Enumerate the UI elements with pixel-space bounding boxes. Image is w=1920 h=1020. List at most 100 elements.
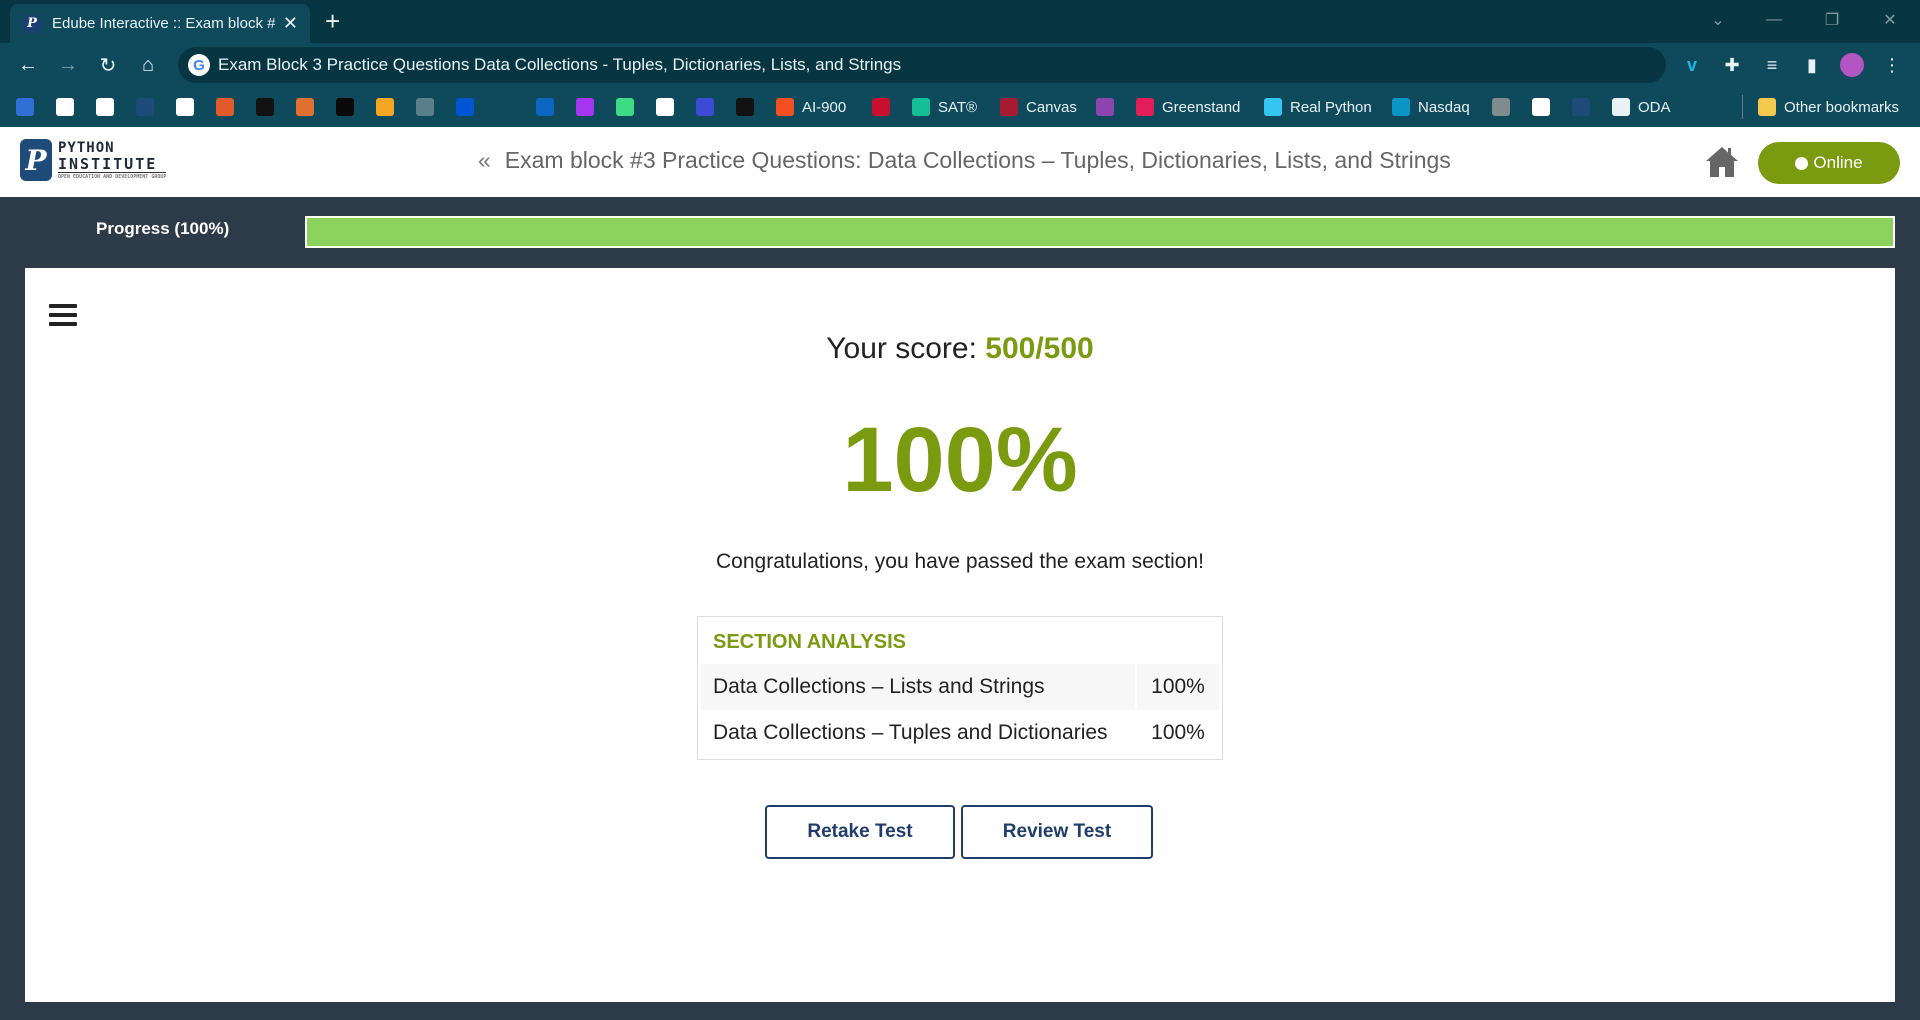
python-institute-icon bbox=[1572, 98, 1590, 116]
media-queue-icon[interactable]: ≡ bbox=[1760, 53, 1784, 77]
bookmark-item[interactable]: SAT® bbox=[912, 97, 977, 117]
bookmark-item[interactable] bbox=[696, 97, 714, 117]
bookmark-item[interactable]: Nasdaq bbox=[1392, 97, 1470, 117]
close-tab-icon[interactable]: ✕ bbox=[283, 13, 298, 34]
terminal-icon bbox=[736, 98, 754, 116]
bookmark-item[interactable] bbox=[296, 97, 314, 117]
bookmark-item[interactable]: AI-900 bbox=[776, 97, 846, 117]
review-test-button[interactable]: Review Test bbox=[961, 805, 1153, 859]
bookmark-label: Real Python bbox=[1290, 98, 1372, 116]
code-icon bbox=[656, 98, 674, 116]
bookmark-item[interactable] bbox=[536, 97, 554, 117]
lambda-icon bbox=[256, 98, 274, 116]
bookmark-label: AI-900 bbox=[802, 98, 847, 116]
browser-tab[interactable]: P Edube Interactive :: Exam block # ✕ bbox=[10, 4, 310, 43]
microsoft-icon bbox=[776, 98, 794, 116]
back-chevron-icon[interactable]: « bbox=[478, 147, 491, 173]
side-panel-icon[interactable]: ▮ bbox=[1800, 53, 1824, 77]
section-analysis-table: SECTION ANALYSIS Data Collections – List… bbox=[697, 616, 1223, 760]
bookmark-item[interactable]: Canvas bbox=[1000, 97, 1077, 117]
vimeo-extension-icon[interactable]: v bbox=[1680, 53, 1704, 77]
aai-icon bbox=[1492, 98, 1510, 116]
shield-icon bbox=[872, 98, 890, 116]
online-status-button[interactable]: Online bbox=[1758, 142, 1900, 184]
results-card: Your score: 500/500 100% Congratulations… bbox=[25, 268, 1895, 1002]
bookmark-item[interactable] bbox=[416, 97, 434, 117]
congratulations-message: Congratulations, you have passed the exa… bbox=[716, 550, 1204, 573]
close-window-icon[interactable]: ✕ bbox=[1866, 0, 1914, 40]
new-tab-button[interactable]: + bbox=[325, 6, 340, 37]
home-icon[interactable]: ⌂ bbox=[134, 51, 162, 79]
bookmark-label: Greenstand bbox=[1162, 98, 1241, 116]
bookmark-item[interactable] bbox=[256, 97, 274, 117]
bookmark-item[interactable] bbox=[736, 97, 754, 117]
back-arrow-icon[interactable]: ← bbox=[14, 51, 42, 79]
bookmark-item[interactable] bbox=[576, 97, 594, 117]
section-analysis-heading: SECTION ANALYSIS bbox=[713, 631, 906, 653]
address-bar[interactable]: G Exam Block 3 Practice Questions Data C… bbox=[178, 47, 1666, 83]
bookmark-item[interactable]: Greenstand bbox=[1136, 97, 1240, 117]
bookmark-item[interactable] bbox=[96, 97, 114, 117]
bookmark-item[interactable]: Real Python bbox=[1264, 97, 1372, 117]
browser-toolbar: ← → ↻ ⌂ G Exam Block 3 Practice Question… bbox=[0, 43, 1920, 87]
profile-avatar-icon[interactable] bbox=[1840, 53, 1864, 77]
retake-test-button[interactable]: Retake Test bbox=[765, 805, 955, 859]
bookmark-item[interactable] bbox=[496, 97, 514, 117]
mw-icon bbox=[1532, 98, 1550, 116]
bookmarks-separator bbox=[1742, 95, 1743, 119]
stack-icon bbox=[16, 98, 34, 116]
other-bookmarks-folder[interactable]: Other bookmarks bbox=[1758, 97, 1899, 117]
swirl-icon bbox=[216, 98, 234, 116]
chart-icon bbox=[1392, 98, 1410, 116]
openai-icon bbox=[1612, 98, 1630, 116]
bookmark-item[interactable] bbox=[456, 97, 474, 117]
url-text: Exam Block 3 Practice Questions Data Col… bbox=[218, 55, 902, 74]
logo-line1: PYTHON bbox=[58, 139, 115, 156]
reload-icon[interactable]: ↻ bbox=[94, 51, 122, 79]
udemy-icon bbox=[576, 98, 594, 116]
python-institute-favicon-icon: P bbox=[22, 13, 42, 34]
bookmark-label: Nasdaq bbox=[1418, 98, 1470, 116]
bookmark-item[interactable] bbox=[176, 97, 194, 117]
tab-search-icon[interactable]: ⌄ bbox=[1694, 0, 1742, 40]
bookmark-item[interactable] bbox=[136, 97, 154, 117]
score-label: Your score: bbox=[826, 332, 986, 365]
house-icon bbox=[1706, 147, 1738, 177]
logo-tagline: OPEN EDUCATION AND DEVELOPMENT GROUP bbox=[58, 173, 167, 180]
bookmark-item[interactable] bbox=[872, 97, 890, 117]
github-icon bbox=[56, 98, 74, 116]
extensions-puzzle-icon[interactable]: ✚ bbox=[1720, 53, 1744, 77]
bookmark-item[interactable] bbox=[376, 97, 394, 117]
slack-icon bbox=[1136, 98, 1154, 116]
bookmark-item[interactable] bbox=[656, 97, 674, 117]
bookmark-item[interactable] bbox=[1096, 97, 1114, 117]
python-institute-logo[interactable]: P PYTHON INSTITUTE OPEN EDUCATION AND DE… bbox=[20, 139, 167, 181]
section-score: 100% bbox=[1151, 675, 1205, 698]
bookmark-item[interactable]: ODA bbox=[1612, 97, 1671, 117]
bookmark-item[interactable] bbox=[16, 97, 34, 117]
page-title: « Exam block #3 Practice Questions: Data … bbox=[478, 147, 1451, 174]
home-button[interactable] bbox=[1704, 145, 1740, 179]
bookmark-item[interactable] bbox=[616, 97, 634, 117]
other-bookmarks-label: Other bookmarks bbox=[1784, 98, 1900, 116]
ed-icon bbox=[1096, 98, 1114, 116]
bookmark-item[interactable] bbox=[216, 97, 234, 117]
python-institute-p-icon: P bbox=[20, 139, 52, 181]
tab-strip: P Edube Interactive :: Exam block # ✕ + … bbox=[0, 0, 1920, 43]
score-line: Your score: 500/500 bbox=[25, 332, 1895, 366]
linkedin-icon bbox=[536, 98, 554, 116]
bookmark-item[interactable] bbox=[56, 97, 74, 117]
bookmark-item[interactable] bbox=[1532, 97, 1550, 117]
bookmark-item[interactable] bbox=[1492, 97, 1510, 117]
minimize-icon[interactable]: — bbox=[1750, 0, 1798, 40]
bookmark-item[interactable] bbox=[1572, 97, 1590, 117]
hamburger-menu-icon[interactable] bbox=[49, 304, 77, 328]
khan-icon bbox=[912, 98, 930, 116]
bookmarks-bar: AI-900 SAT® Canvas Greenstand Real Python Nas… bbox=[0, 87, 1920, 127]
bookmark-item[interactable] bbox=[336, 97, 354, 117]
bookmark-label: SAT® bbox=[938, 98, 978, 116]
circle-logo-icon bbox=[96, 98, 114, 116]
forward-arrow-icon[interactable]: → bbox=[54, 51, 82, 79]
browser-menu-icon[interactable]: ⋮ bbox=[1880, 53, 1904, 77]
restore-icon[interactable]: ❐ bbox=[1808, 0, 1856, 40]
